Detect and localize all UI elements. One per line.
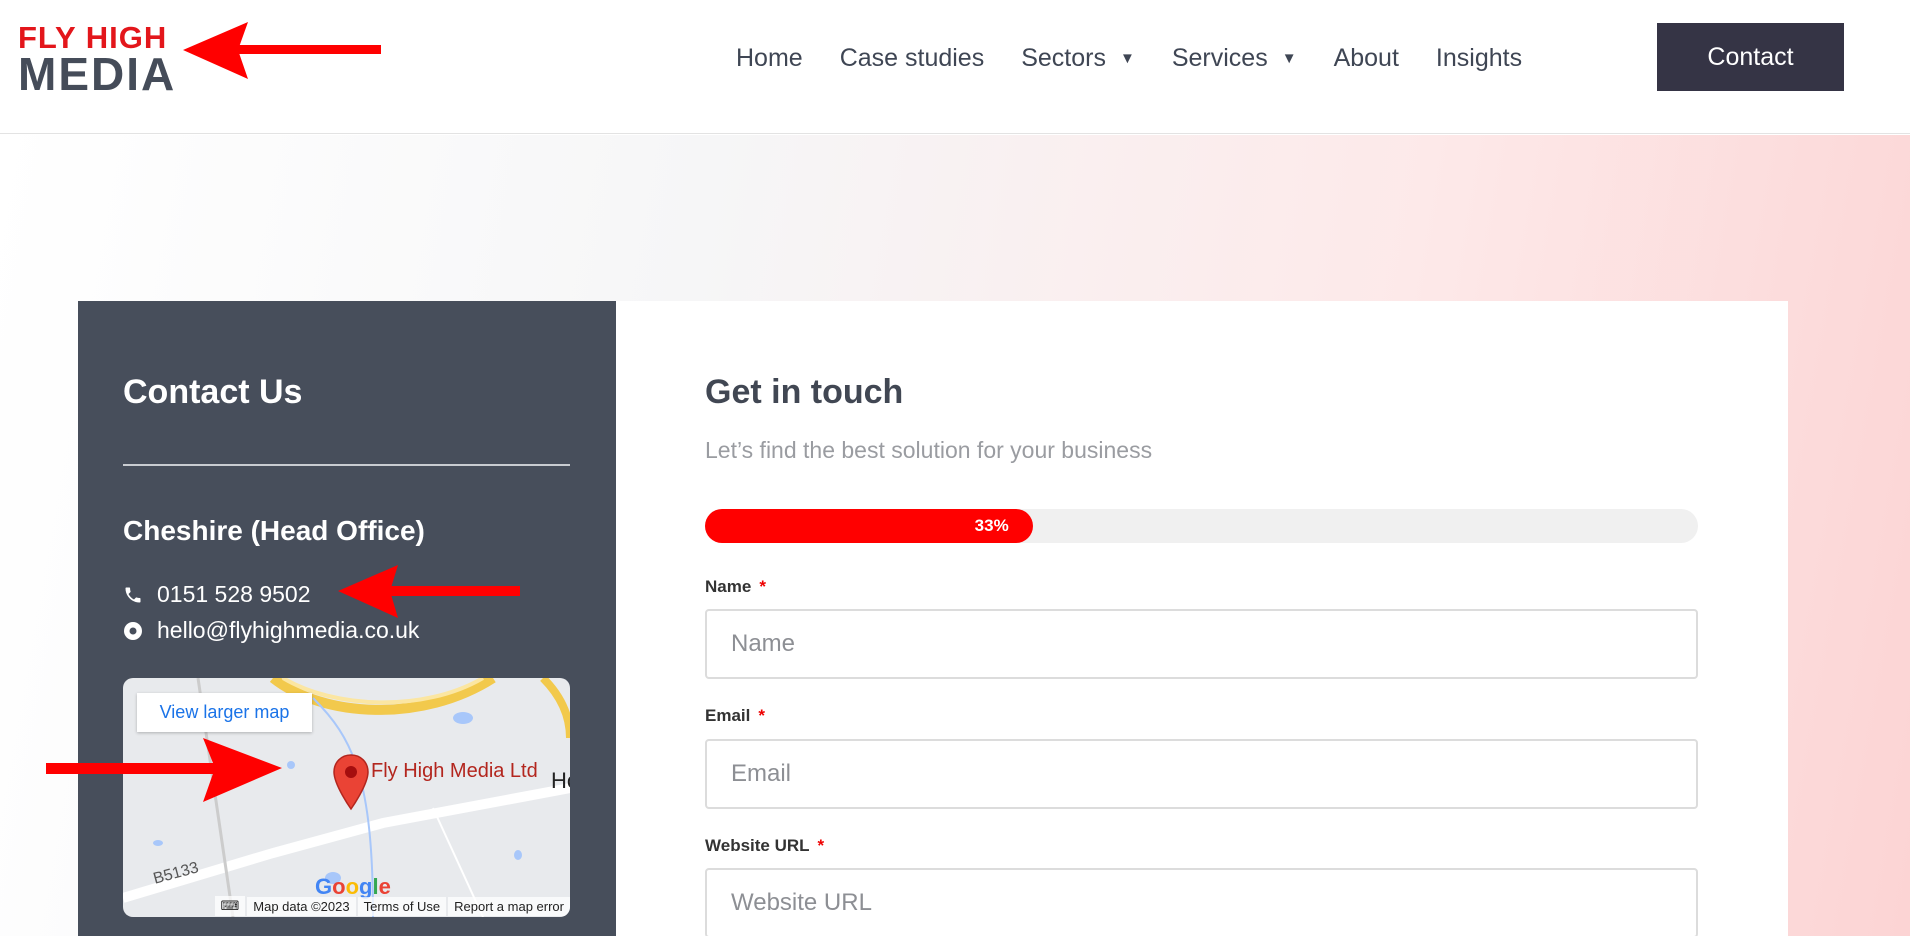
- form-title: Get in touch: [705, 373, 904, 411]
- nav-about[interactable]: About: [1334, 38, 1399, 78]
- main-nav: Home Case studies Sectors ▼ Services ▼ Abo…: [736, 38, 1559, 78]
- website-label: Website URL *: [705, 836, 824, 856]
- map-place-label: Fly High Media Ltd: [371, 760, 538, 782]
- map-footer: ⌨ Map data ©2023 Terms of Use Report a m…: [123, 895, 570, 917]
- map-partial-label: Ho: [551, 768, 570, 793]
- progress-bar: 33%: [705, 509, 1698, 543]
- view-larger-map-link[interactable]: View larger map: [137, 693, 312, 732]
- caret-down-icon: ▼: [1281, 49, 1297, 67]
- nav-label: Insights: [1435, 43, 1523, 72]
- nav-case-studies[interactable]: Case studies: [840, 38, 985, 78]
- contact-form: Get in touch Let’s find the best solutio…: [616, 301, 1788, 936]
- form-subtitle: Let’s find the best solution for your bu…: [705, 437, 1153, 463]
- nav-label: Case studies: [839, 43, 985, 72]
- phone-number: 0151 528 9502: [157, 581, 311, 607]
- divider: [123, 464, 570, 466]
- label-text: Website URL: [705, 836, 810, 855]
- embedded-map[interactable]: View larger map Fly High Media Ltd Ho B5…: [123, 678, 570, 917]
- map-pin-icon[interactable]: [331, 753, 371, 811]
- logo[interactable]: FLY HIGH MEDIA: [18, 20, 178, 100]
- nav-label: Sectors: [1021, 43, 1106, 72]
- nav-label: About: [1333, 43, 1399, 72]
- required-marker: *: [758, 706, 765, 725]
- phone-icon: [125, 587, 141, 602]
- name-label: Name *: [705, 577, 766, 597]
- label-text: Email: [705, 706, 751, 725]
- email-input[interactable]: [705, 739, 1698, 809]
- nav-label: Services: [1171, 43, 1268, 72]
- terms-link[interactable]: Terms of Use: [357, 896, 447, 916]
- email-row[interactable]: hello@flyhighmedia.co.uk: [123, 617, 419, 644]
- contact-title: Contact Us: [123, 373, 303, 411]
- contact-panel: Contact Us Cheshire (Head Office) 0151 5…: [78, 301, 616, 936]
- site-header: FLY HIGH MEDIA Home Case studies Sectors…: [0, 0, 1910, 134]
- required-marker: *: [759, 577, 766, 596]
- email-label: Email *: [705, 706, 765, 726]
- nav-home[interactable]: Home: [736, 38, 803, 78]
- email-dot-icon: [124, 621, 142, 640]
- caret-down-icon: ▼: [1119, 49, 1135, 67]
- label-text: Name: [705, 577, 752, 596]
- keyboard-icon[interactable]: ⌨: [214, 896, 246, 916]
- logo-line2: MEDIA: [18, 48, 177, 100]
- phone-row[interactable]: 0151 528 9502: [123, 581, 311, 608]
- name-input[interactable]: [705, 609, 1698, 679]
- nav-services[interactable]: Services ▼: [1172, 38, 1297, 78]
- nav-label: Home: [736, 43, 803, 72]
- email-address: hello@flyhighmedia.co.uk: [157, 617, 420, 643]
- report-error-link[interactable]: Report a map error: [448, 896, 570, 916]
- nav-sectors[interactable]: Sectors ▼: [1021, 38, 1135, 78]
- map-data-text: Map data ©2023: [247, 896, 356, 916]
- nav-insights[interactable]: Insights: [1436, 38, 1522, 78]
- progress-fill: 33%: [705, 509, 1033, 543]
- contact-button[interactable]: Contact: [1657, 23, 1844, 91]
- website-input[interactable]: [705, 868, 1698, 936]
- progress-label: 33%: [974, 516, 1009, 535]
- required-marker: *: [817, 836, 825, 855]
- office-title: Cheshire (Head Office): [123, 515, 425, 546]
